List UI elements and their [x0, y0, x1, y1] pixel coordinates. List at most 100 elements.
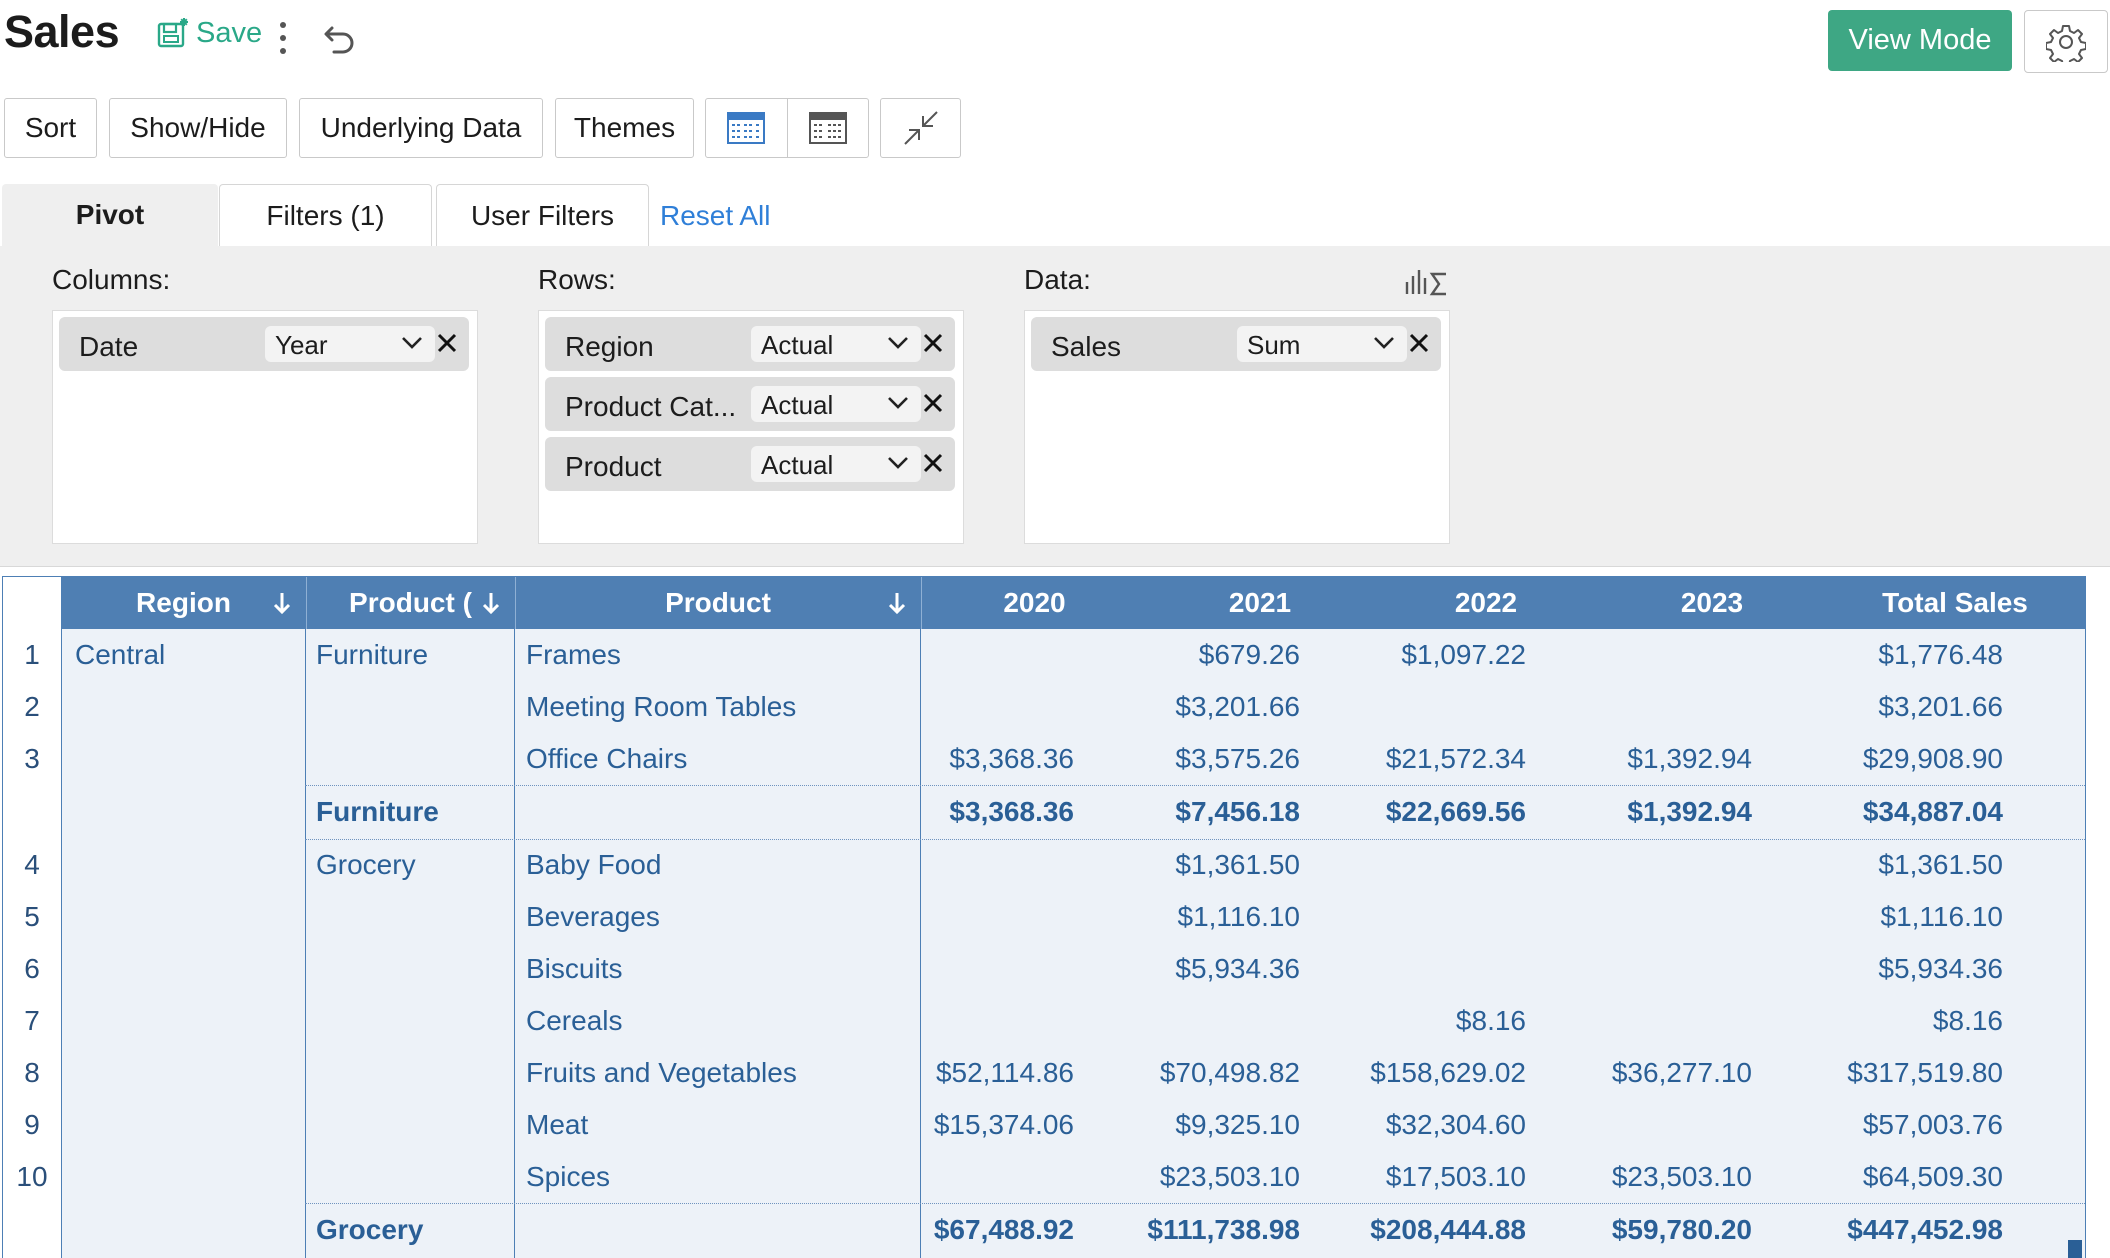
tab-pivot[interactable]: Pivot: [2, 184, 218, 246]
column-header-region[interactable]: Region: [62, 577, 305, 629]
value-cell: $5,934.36: [1878, 953, 2003, 984]
data-field-chip[interactable]: Sales Sum: [1031, 317, 1441, 371]
subtotal-value: $111,738.98: [1147, 1214, 1300, 1245]
value-cell: $36,277.10: [1611, 1057, 1752, 1088]
aggregation-select[interactable]: Sum: [1237, 326, 1407, 362]
columns-dropbox[interactable]: Date Year: [52, 310, 478, 544]
column-header-2023[interactable]: 2023: [1599, 577, 1825, 629]
column-divider: [305, 629, 306, 1258]
compact-view-button[interactable]: [788, 99, 869, 157]
save-label: Save: [196, 16, 263, 49]
more-options-icon[interactable]: [272, 18, 294, 58]
selected-option: Sum: [1247, 330, 1301, 360]
row-number: 4: [24, 849, 40, 880]
row-number: 9: [24, 1109, 40, 1140]
settings-button[interactable]: [2024, 10, 2108, 73]
table-header: Region Product ( Product 2020 2021 2022 …: [62, 577, 2085, 629]
row-field-chip[interactable]: Product Actual: [545, 437, 955, 491]
columns-label: Columns:: [52, 264, 171, 295]
value-cell: $70,498.82: [1159, 1057, 1300, 1088]
collapse-button[interactable]: [880, 98, 961, 158]
product-cell: Fruits and Vegetables: [526, 1057, 797, 1088]
field-name: Region: [565, 331, 654, 362]
region-cell: Central: [75, 639, 166, 670]
value-cell: $15,374.06: [933, 1109, 1074, 1140]
remove-icon[interactable]: [435, 331, 459, 355]
row-number: 6: [24, 953, 40, 984]
row-field-chip[interactable]: Region Actual: [545, 317, 955, 371]
subtotal-value: $22,669.56: [1385, 796, 1526, 827]
row-number: 1: [24, 639, 40, 670]
sort-button[interactable]: Sort: [4, 98, 97, 158]
rows-label: Rows:: [538, 264, 616, 295]
header-label: Region: [136, 587, 231, 618]
product-cell: Cereals: [526, 1005, 623, 1036]
subtotal-value: $447,452.98: [1847, 1214, 2003, 1245]
aggregation-select[interactable]: Year: [265, 326, 435, 362]
row-field-chip[interactable]: Product Cat... Actual: [545, 377, 955, 431]
selected-option: Actual: [761, 450, 834, 480]
remove-icon[interactable]: [921, 451, 945, 475]
tab-user-filters[interactable]: User Filters: [436, 184, 649, 246]
product-cell: Biscuits: [526, 953, 623, 984]
category-cell: Grocery: [316, 849, 416, 880]
product-cell: Meeting Room Tables: [526, 691, 797, 722]
value-cell: $1,392.94: [1627, 743, 1752, 774]
themes-button[interactable]: Themes: [555, 98, 694, 158]
tab-filters[interactable]: Filters (1): [219, 184, 432, 246]
value-cell: $32,304.60: [1385, 1109, 1526, 1140]
remove-icon[interactable]: [921, 391, 945, 415]
header-label: Product: [665, 587, 771, 618]
subtotal-value: $34,887.04: [1862, 796, 2003, 827]
subtotal-label: Grocery: [316, 1214, 424, 1245]
gear-icon: [2046, 24, 2086, 62]
table-view-icon: [727, 112, 766, 144]
aggregation-select[interactable]: Actual: [751, 386, 921, 422]
product-cell: Office Chairs: [526, 743, 688, 774]
value-cell: $21,572.34: [1385, 743, 1526, 774]
sort-arrow-icon[interactable]: [273, 591, 291, 615]
underlying-data-button[interactable]: Underlying Data: [299, 98, 543, 158]
tabular-view-button[interactable]: [706, 99, 788, 157]
column-header-2020[interactable]: 2020: [921, 577, 1147, 629]
row-number: 2: [24, 691, 40, 722]
report-header: Sales Save View Mode: [0, 0, 2110, 86]
undo-icon[interactable]: [320, 18, 360, 58]
value-cell: $29,908.90: [1862, 743, 2003, 774]
chart-sigma-icon[interactable]: [1404, 266, 1448, 298]
aggregation-select[interactable]: Actual: [751, 446, 921, 482]
column-header-2021[interactable]: 2021: [1147, 577, 1373, 629]
value-cell: $57,003.76: [1862, 1109, 2003, 1140]
aggregation-select[interactable]: Actual: [751, 326, 921, 362]
value-cell: $9,325.10: [1175, 1109, 1300, 1140]
remove-icon[interactable]: [1407, 331, 1431, 355]
column-header-2022[interactable]: 2022: [1373, 577, 1599, 629]
value-cell: $1,097.22: [1401, 639, 1526, 670]
value-cell: $23,503.10: [1611, 1161, 1752, 1192]
view-mode-button[interactable]: View Mode: [1828, 10, 2012, 71]
value-cell: $1,116.10: [1177, 901, 1301, 932]
table-body: Central Furniture Frames $679.26 $1,097.22 $1…: [62, 629, 2085, 1258]
row-number: 3: [24, 743, 40, 774]
column-field-chip[interactable]: Date Year: [59, 317, 469, 371]
column-header-total-sales[interactable]: Total Sales: [1825, 577, 2085, 629]
sort-arrow-icon[interactable]: [482, 591, 500, 615]
value-cell: $3,201.66: [1878, 691, 2003, 722]
column-header-category[interactable]: Product (: [306, 577, 514, 629]
product-cell: Meat: [526, 1109, 589, 1140]
sort-arrow-icon[interactable]: [888, 591, 906, 615]
chevron-down-icon: [888, 457, 908, 469]
column-header-product[interactable]: Product: [515, 577, 920, 629]
resize-handle[interactable]: [2068, 1240, 2082, 1258]
value-cell: $1,361.50: [1878, 849, 2003, 880]
field-name: Sales: [1051, 331, 1122, 362]
show-hide-button[interactable]: Show/Hide: [109, 98, 287, 158]
rows-dropbox[interactable]: Region Actual Product Cat... Actual Prod…: [538, 310, 964, 544]
remove-icon[interactable]: [921, 331, 945, 355]
row-number: 10: [16, 1161, 48, 1192]
layout-toggle: [705, 98, 869, 158]
data-dropbox[interactable]: Sales Sum: [1024, 310, 1450, 544]
save-button[interactable]: Save: [156, 16, 262, 50]
reset-all-link[interactable]: Reset All: [660, 200, 771, 232]
value-cell: $1,776.48: [1878, 639, 2003, 670]
